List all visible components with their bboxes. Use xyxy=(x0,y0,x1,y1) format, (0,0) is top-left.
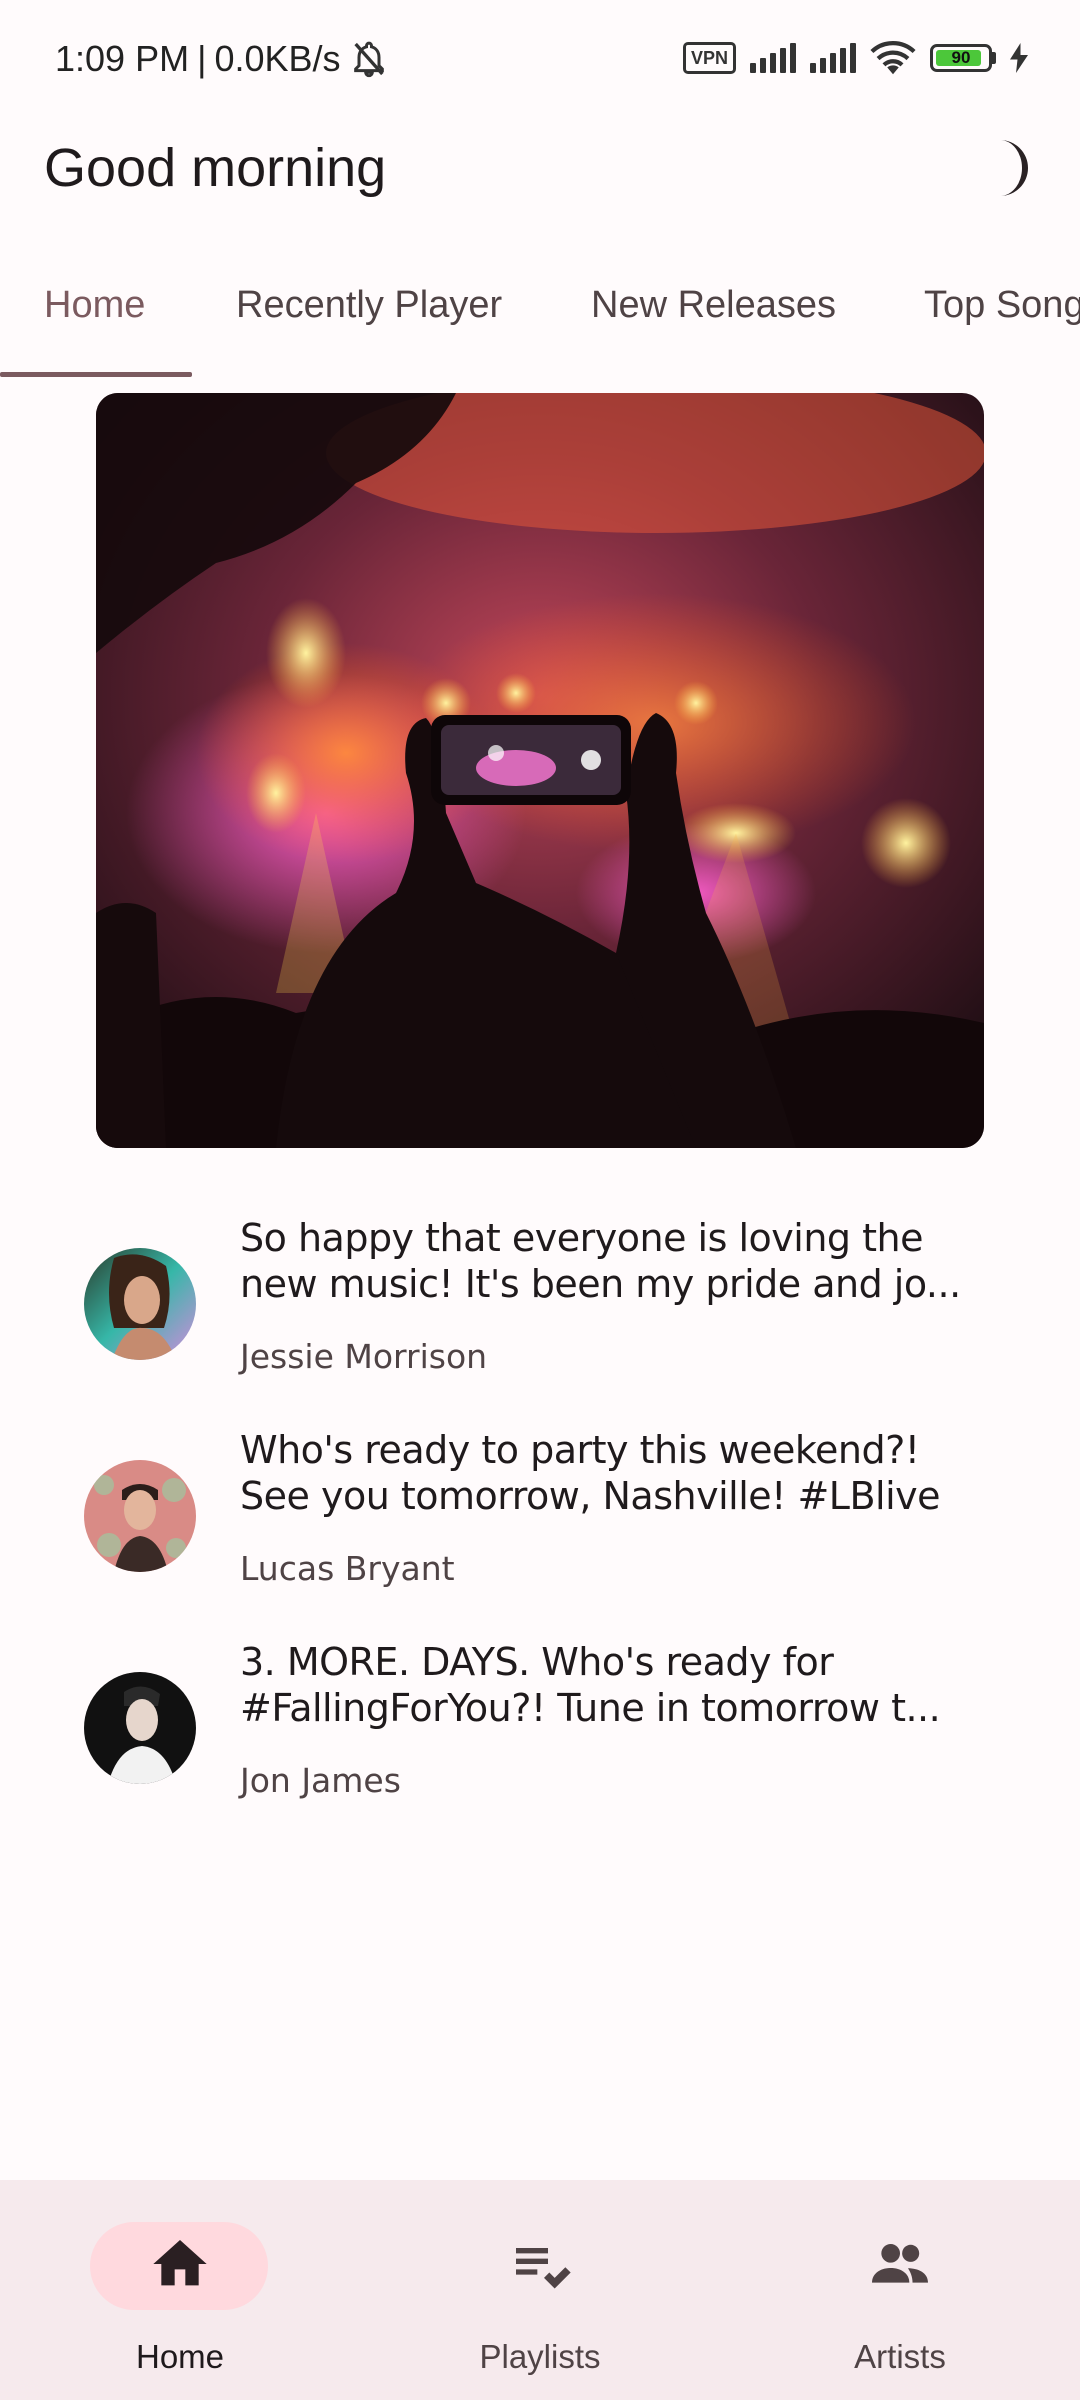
post-text-line: See you tomorrow, Nashville! #LBlive xyxy=(240,1474,941,1518)
nav-artists[interactable]: Artists xyxy=(780,2180,1020,2400)
status-left: 1:09 PM | 0.0KB/s xyxy=(55,38,389,80)
tab-label: New Releases xyxy=(591,284,836,326)
tab-new-releases[interactable]: New Releases xyxy=(591,262,836,380)
nav-label: Playlists xyxy=(479,2338,601,2375)
active-tab-indicator xyxy=(0,372,192,377)
avatar[interactable] xyxy=(84,1672,196,1784)
charging-icon xyxy=(1010,43,1028,73)
concert-photo xyxy=(96,393,984,1148)
tab-top-songs[interactable]: Top Songs xyxy=(924,262,1080,380)
battery-icon: 90 xyxy=(930,44,992,72)
battery-level: 90 xyxy=(951,48,971,67)
dark-mode-toggle[interactable] xyxy=(980,136,1040,200)
home-icon xyxy=(153,2240,207,2286)
feed-item[interactable]: So happy that everyone is loving the new… xyxy=(0,1215,1080,1415)
moon-icon xyxy=(1000,140,1028,196)
post-text-line: Who's ready to party this weekend?! xyxy=(240,1428,920,1472)
nav-label: Artists xyxy=(854,2338,946,2375)
nav-home[interactable]: Home xyxy=(60,2180,300,2400)
post-text: So happy that everyone is loving the new… xyxy=(240,1215,1000,1307)
tab-recently-played[interactable]: Recently Player xyxy=(236,262,502,380)
author-name: Jon James xyxy=(240,1761,401,1800)
avatar[interactable] xyxy=(84,1248,196,1360)
network-speed: 0.0KB/s xyxy=(214,38,341,79)
featured-concert-image[interactable] xyxy=(96,393,984,1148)
bell-off-icon xyxy=(353,41,384,78)
tab-label: Home xyxy=(44,284,146,326)
post-text: Who's ready to party this weekend?! See … xyxy=(240,1427,1000,1519)
avatar-jon-james xyxy=(84,1672,196,1784)
tab-label: Recently Player xyxy=(236,284,503,326)
avatar[interactable] xyxy=(84,1460,196,1572)
signal-icon xyxy=(750,43,796,73)
status-separator: | xyxy=(197,38,207,79)
tab-label: Top Songs xyxy=(924,284,1080,326)
post-text-line: new music! It's been my pride and jo... xyxy=(240,1262,961,1306)
avatar-jessie-morrison xyxy=(84,1248,196,1360)
author-name: Jessie Morrison xyxy=(240,1337,488,1376)
feed-item[interactable]: Who's ready to party this weekend?! See … xyxy=(0,1427,1080,1627)
feed-item[interactable]: 3. MORE. DAYS. Who's ready for #FallingF… xyxy=(0,1639,1080,1839)
nav-label: Home xyxy=(135,2338,225,2375)
author-name: Lucas Bryant xyxy=(240,1549,455,1588)
vpn-badge: VPN xyxy=(682,42,736,74)
tab-home[interactable]: Home xyxy=(44,262,145,380)
bottom-navigation: Home Playlists Artists xyxy=(0,2180,1080,2400)
playlist-check-icon xyxy=(516,2248,571,2289)
status-bar: 1:09 PM | 0.0KB/s VPN 90 xyxy=(0,0,1080,120)
avatar-lucas-bryant xyxy=(84,1460,196,1572)
status-time: 1:09 PM xyxy=(55,38,190,79)
post-text: 3. MORE. DAYS. Who's ready for #FallingF… xyxy=(240,1639,1000,1731)
wifi-icon xyxy=(870,41,916,75)
post-text-line: So happy that everyone is loving the xyxy=(240,1216,923,1260)
greeting-title: Good morning xyxy=(44,138,387,198)
post-text-line: 3. MORE. DAYS. Who's ready for xyxy=(240,1640,834,1684)
signal-icon-2 xyxy=(810,43,856,73)
nav-playlists[interactable]: Playlists xyxy=(420,2180,660,2400)
battery-indicator: 90 xyxy=(930,44,996,72)
battery-cap xyxy=(992,52,996,64)
status-right: VPN 90 xyxy=(682,40,1028,76)
people-icon xyxy=(872,2244,928,2283)
post-text-line: #FallingForYou?! Tune in tomorrow t... xyxy=(240,1686,941,1730)
category-tabs: Home Recently Player New Releases Top So… xyxy=(0,262,1080,380)
